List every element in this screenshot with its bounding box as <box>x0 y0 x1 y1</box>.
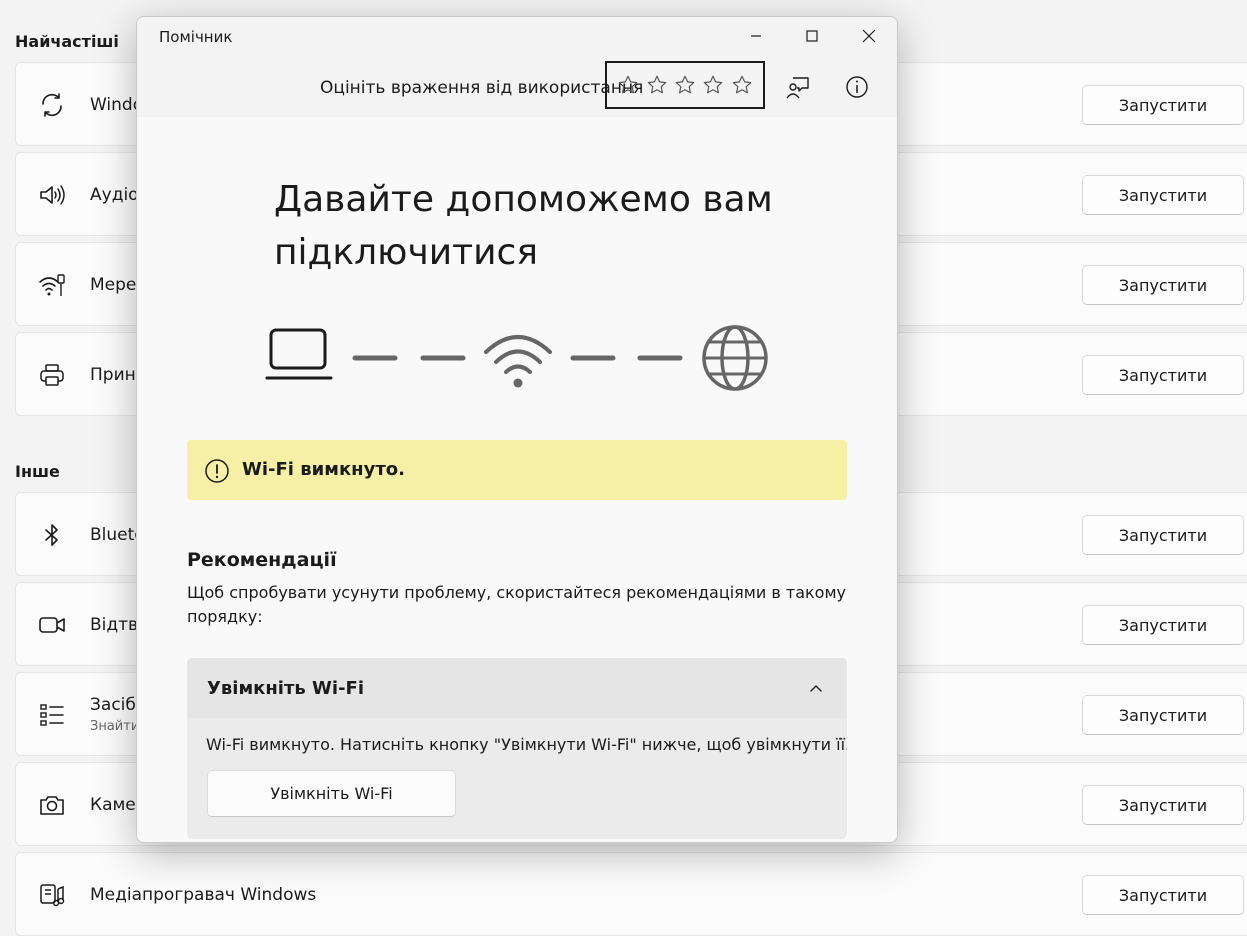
maximize-button[interactable] <box>789 21 835 51</box>
dialog-content: Давайте допоможемо вам підключитися Wi-F… <box>137 117 897 842</box>
minimize-button[interactable] <box>733 21 779 51</box>
run-button[interactable]: Запустити <box>1082 355 1244 395</box>
status-text: Wi-Fi вимкнуто. <box>242 459 405 480</box>
run-button[interactable]: Запустити <box>1082 515 1244 555</box>
star-rating <box>605 61 765 109</box>
section-title-frequent: Найчастіші <box>15 32 119 51</box>
bluetooth-icon <box>45 524 58 546</box>
sync-icon <box>42 93 62 117</box>
recommendation-accordion: Увімкніть Wi-Fi Wi-Fi вимкнуто. Натисніт… <box>187 658 847 839</box>
star-icon[interactable] <box>646 74 668 96</box>
globe-icon <box>702 325 768 391</box>
row-sublabel: Знайти <box>90 719 140 734</box>
speaker-icon <box>40 185 65 205</box>
section-title-other: Інше <box>15 462 60 481</box>
close-button[interactable] <box>846 21 892 51</box>
laptop-icon <box>265 328 333 380</box>
troubleshooter-row: Медіапрогравач Windows Запустити <box>15 852 1247 936</box>
turn-on-wifi-button[interactable]: Увімкніть Wi-Fi <box>207 770 456 817</box>
accordion-text: Wi-Fi вимкнуто. Натисніть кнопку "Увімкн… <box>206 735 847 754</box>
maximize-icon <box>806 30 818 42</box>
run-button[interactable]: Запустити <box>1082 605 1244 645</box>
info-icon[interactable] <box>844 74 870 100</box>
run-button[interactable]: Запустити <box>1082 695 1244 735</box>
run-button[interactable]: Запустити <box>1082 175 1244 215</box>
row-label: Медіапрогравач Windows <box>90 885 317 905</box>
run-button[interactable]: Запустити <box>1082 875 1244 915</box>
minimize-icon <box>751 35 761 37</box>
run-button[interactable]: Запустити <box>1082 85 1244 125</box>
media-player-icon <box>40 884 65 907</box>
rating-label: Оцініть враження від використання <box>320 78 644 98</box>
warning-icon <box>205 459 229 483</box>
video-icon <box>39 617 65 633</box>
star-icon[interactable] <box>617 74 639 96</box>
chevron-up-icon <box>810 685 822 692</box>
star-icon[interactable] <box>731 74 753 96</box>
wifi-icon <box>484 335 552 388</box>
accordion-header[interactable]: Увімкніть Wi-Fi <box>187 658 847 718</box>
camera-icon <box>40 796 64 815</box>
run-button[interactable]: Запустити <box>1082 265 1244 305</box>
feedback-icon[interactable] <box>785 74 811 100</box>
list-icon <box>40 704 64 726</box>
star-icon[interactable] <box>702 74 724 96</box>
dialog-titlebar: Помічник Оцініть враження від використан… <box>137 17 897 117</box>
get-help-dialog: Помічник Оцініть враження від використан… <box>136 16 898 843</box>
row-label: Аудіо <box>90 185 139 205</box>
row-label: Засіб <box>90 695 136 715</box>
printer-icon <box>40 364 64 386</box>
star-icon[interactable] <box>674 74 696 96</box>
network-icon <box>39 274 65 296</box>
dialog-title: Помічник <box>159 28 233 46</box>
hero-heading: Давайте допоможемо вам підключитися <box>274 179 773 273</box>
run-button[interactable]: Запустити <box>1082 785 1244 825</box>
status-banner: Wi-Fi вимкнуто. <box>187 440 847 500</box>
accordion-title: Увімкніть Wi-Fi <box>207 678 365 699</box>
recommendations-description: Щоб спробувати усунути проблему, скорист… <box>187 583 846 626</box>
connection-diagram <box>265 325 768 391</box>
recommendations-title: Рекомендації <box>187 549 337 571</box>
close-icon <box>862 29 876 43</box>
